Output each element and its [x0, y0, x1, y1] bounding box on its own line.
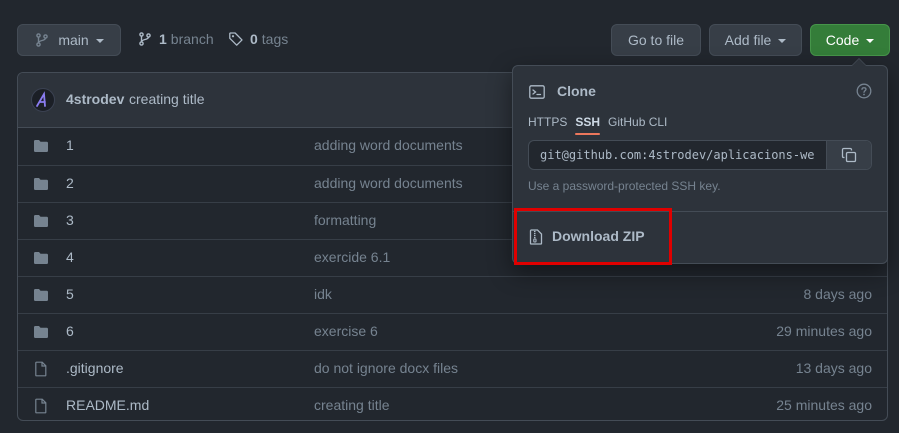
file-age: 25 minutes ago — [776, 397, 872, 413]
tag-icon — [229, 32, 243, 46]
file-name-link[interactable]: .gitignore — [66, 360, 124, 376]
branch-name: main — [58, 32, 89, 48]
dropdown-caret — [851, 58, 867, 66]
chevron-down-icon — [778, 39, 787, 43]
code-button[interactable]: Code — [810, 24, 890, 56]
go-to-file-label: Go to file — [627, 32, 685, 48]
file-name-link[interactable]: 1 — [66, 137, 74, 153]
file-commit-message-link[interactable]: do not ignore docx files — [314, 360, 458, 376]
file-name-link[interactable]: 2 — [66, 175, 74, 191]
go-to-file-button[interactable]: Go to file — [611, 24, 701, 56]
terminal-icon — [529, 85, 545, 99]
add-file-label: Add file — [724, 32, 772, 48]
tag-label: tags — [261, 31, 289, 47]
file-row[interactable]: 5 idk 8 days ago — [18, 276, 887, 313]
file-name-link[interactable]: 4 — [66, 249, 74, 265]
file-commit-message-link[interactable]: adding word documents — [314, 137, 463, 153]
file-commit-message-link[interactable]: exercise 6 — [314, 323, 378, 339]
file-name-link[interactable]: 6 — [66, 323, 74, 339]
clone-tabs: HTTPS SSH GitHub CLI — [528, 115, 675, 135]
folder-icon — [33, 324, 49, 343]
file-age: 29 minutes ago — [776, 323, 872, 339]
file-icon — [33, 361, 49, 380]
file-name-link[interactable]: README.md — [66, 397, 149, 413]
branch-icon — [139, 32, 151, 46]
tag-count: 0 — [250, 31, 258, 47]
branches-link[interactable]: 1 branch — [137, 31, 214, 47]
tab-https[interactable]: HTTPS — [528, 115, 567, 135]
branch-label: branch — [170, 31, 214, 47]
file-commit-message-link[interactable]: adding word documents — [314, 175, 463, 191]
file-commit-message-link[interactable]: exercide 6.1 — [314, 249, 390, 265]
file-row[interactable]: README.md creating title 25 minutes ago — [18, 387, 887, 420]
file-row[interactable]: 6 exercise 6 29 minutes ago — [18, 313, 887, 350]
clone-url-group — [528, 140, 872, 170]
download-zip-button[interactable]: Download ZIP — [513, 212, 887, 263]
tab-github-cli[interactable]: GitHub CLI — [608, 115, 667, 135]
folder-icon — [33, 287, 49, 306]
download-zip-label: Download ZIP — [552, 228, 645, 244]
file-age: 8 days ago — [803, 286, 873, 302]
avatar[interactable] — [31, 88, 55, 112]
file-row[interactable]: .gitignore do not ignore docx files 13 day… — [18, 350, 887, 387]
folder-icon — [33, 250, 49, 269]
add-file-button[interactable]: Add file — [709, 24, 802, 56]
file-age: 13 days ago — [795, 360, 872, 376]
tab-ssh[interactable]: SSH — [575, 115, 600, 135]
commit-author-link[interactable]: 4strodev — [66, 91, 124, 107]
copy-button[interactable] — [826, 141, 871, 169]
file-name-link[interactable]: 3 — [66, 212, 74, 228]
file-zip-icon — [529, 229, 543, 245]
branch-icon — [36, 33, 49, 47]
file-commit-message-link[interactable]: formatting — [314, 212, 376, 228]
tags-link[interactable]: 0 tags — [228, 31, 288, 47]
folder-icon — [33, 176, 49, 195]
branch-count: 1 — [159, 31, 167, 47]
branch-select-button[interactable]: main — [17, 24, 121, 56]
clone-url-input[interactable] — [529, 141, 826, 169]
chevron-down-icon — [95, 39, 104, 43]
file-name-link[interactable]: 5 — [66, 286, 74, 302]
clone-hint: Use a password-protected SSH key. — [528, 179, 721, 193]
chevron-down-icon — [866, 39, 875, 43]
code-label: Code — [825, 32, 860, 48]
help-icon[interactable] — [856, 83, 872, 99]
folder-icon — [33, 213, 49, 232]
code-dropdown: Clone HTTPS SSH GitHub CLI Use a passwor… — [512, 58, 888, 264]
commit-message-link[interactable]: creating title — [129, 91, 204, 107]
copy-icon — [841, 147, 857, 163]
file-icon — [33, 398, 49, 417]
clone-title: Clone — [557, 83, 596, 99]
avatar-logo-icon — [36, 91, 46, 107]
folder-icon — [33, 138, 49, 157]
file-commit-message-link[interactable]: idk — [314, 286, 332, 302]
file-commit-message-link[interactable]: creating title — [314, 397, 389, 413]
